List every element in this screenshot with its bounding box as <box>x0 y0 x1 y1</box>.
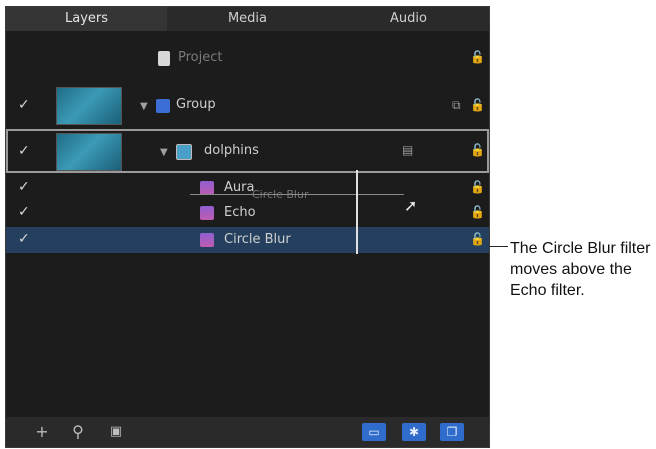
circle-blur-checkbox[interactable]: ✓ <box>18 231 30 247</box>
project-icon <box>158 51 170 66</box>
dolphins-row[interactable]: ✓ ▼ dolphins ▤ 🔓 <box>6 129 489 173</box>
callout-text: The Circle Blur filter moves above the E… <box>510 240 651 299</box>
callout-line <box>490 246 508 247</box>
import-icon[interactable]: ▣ <box>104 422 128 442</box>
filter-stack-icon[interactable]: ▤ <box>402 143 413 157</box>
tab-bar: Layers Media Audio <box>6 7 489 31</box>
mouse-pointer-icon: ➚ <box>404 196 418 215</box>
dolphins-label: dolphins <box>204 143 259 158</box>
dolphins-thumbnail <box>56 133 122 171</box>
group-label: Group <box>176 97 216 112</box>
lock-icon[interactable]: 🔓 <box>470 232 485 246</box>
disclosure-triangle-icon[interactable]: ▼ <box>160 147 168 158</box>
project-row[interactable]: Project 🔓 <box>6 41 489 73</box>
echo-label: Echo <box>224 205 256 220</box>
filter-icon <box>200 233 214 247</box>
filter-icon <box>200 206 214 220</box>
group-row[interactable]: ✓ ▼ Group ⧉ 🔓 <box>6 83 489 129</box>
tab-media[interactable]: Media <box>167 7 328 31</box>
layers-view-icon[interactable]: ▭ <box>362 423 386 441</box>
group-icon <box>156 99 170 113</box>
disclosure-triangle-icon[interactable]: ▼ <box>140 101 148 112</box>
drag-ghost-label: Circle Blur <box>252 188 309 201</box>
link-icon[interactable]: ⧉ <box>452 98 461 113</box>
group-thumbnail <box>56 87 122 125</box>
circle-blur-label: Circle Blur <box>224 232 291 247</box>
lock-icon[interactable]: 🔓 <box>470 205 485 219</box>
group-checkbox[interactable]: ✓ <box>18 97 30 113</box>
lock-icon[interactable]: 🔓 <box>470 180 485 194</box>
search-icon[interactable]: ⚲ <box>66 422 90 442</box>
aura-label: Aura <box>224 180 255 195</box>
lock-icon[interactable]: 🔓 <box>470 98 485 112</box>
insertion-marker <box>356 170 358 254</box>
filter-icon <box>200 181 214 195</box>
dolphins-checkbox[interactable]: ✓ <box>18 143 30 159</box>
tab-audio[interactable]: Audio <box>328 7 489 31</box>
aura-checkbox[interactable]: ✓ <box>18 179 30 195</box>
tab-layers[interactable]: Layers <box>6 7 167 31</box>
bottom-toolbar: + ⚲ ▣ ▭ ✱ ❐ <box>6 417 489 447</box>
echo-checkbox[interactable]: ✓ <box>18 204 30 220</box>
layers-panel: Layers Media Audio Project 🔓 ✓ ▼ Group ⧉… <box>5 6 490 448</box>
lock-icon[interactable]: 🔓 <box>470 143 485 157</box>
circle-blur-row[interactable]: ✓ Circle Blur 🔓 <box>6 227 489 253</box>
add-icon[interactable]: + <box>30 422 54 442</box>
image-layer-icon <box>176 144 192 160</box>
project-label: Project <box>178 50 223 65</box>
gear-icon[interactable]: ✱ <box>402 423 426 441</box>
stack-icon[interactable]: ❐ <box>440 423 464 441</box>
lock-icon[interactable]: 🔓 <box>470 50 485 64</box>
